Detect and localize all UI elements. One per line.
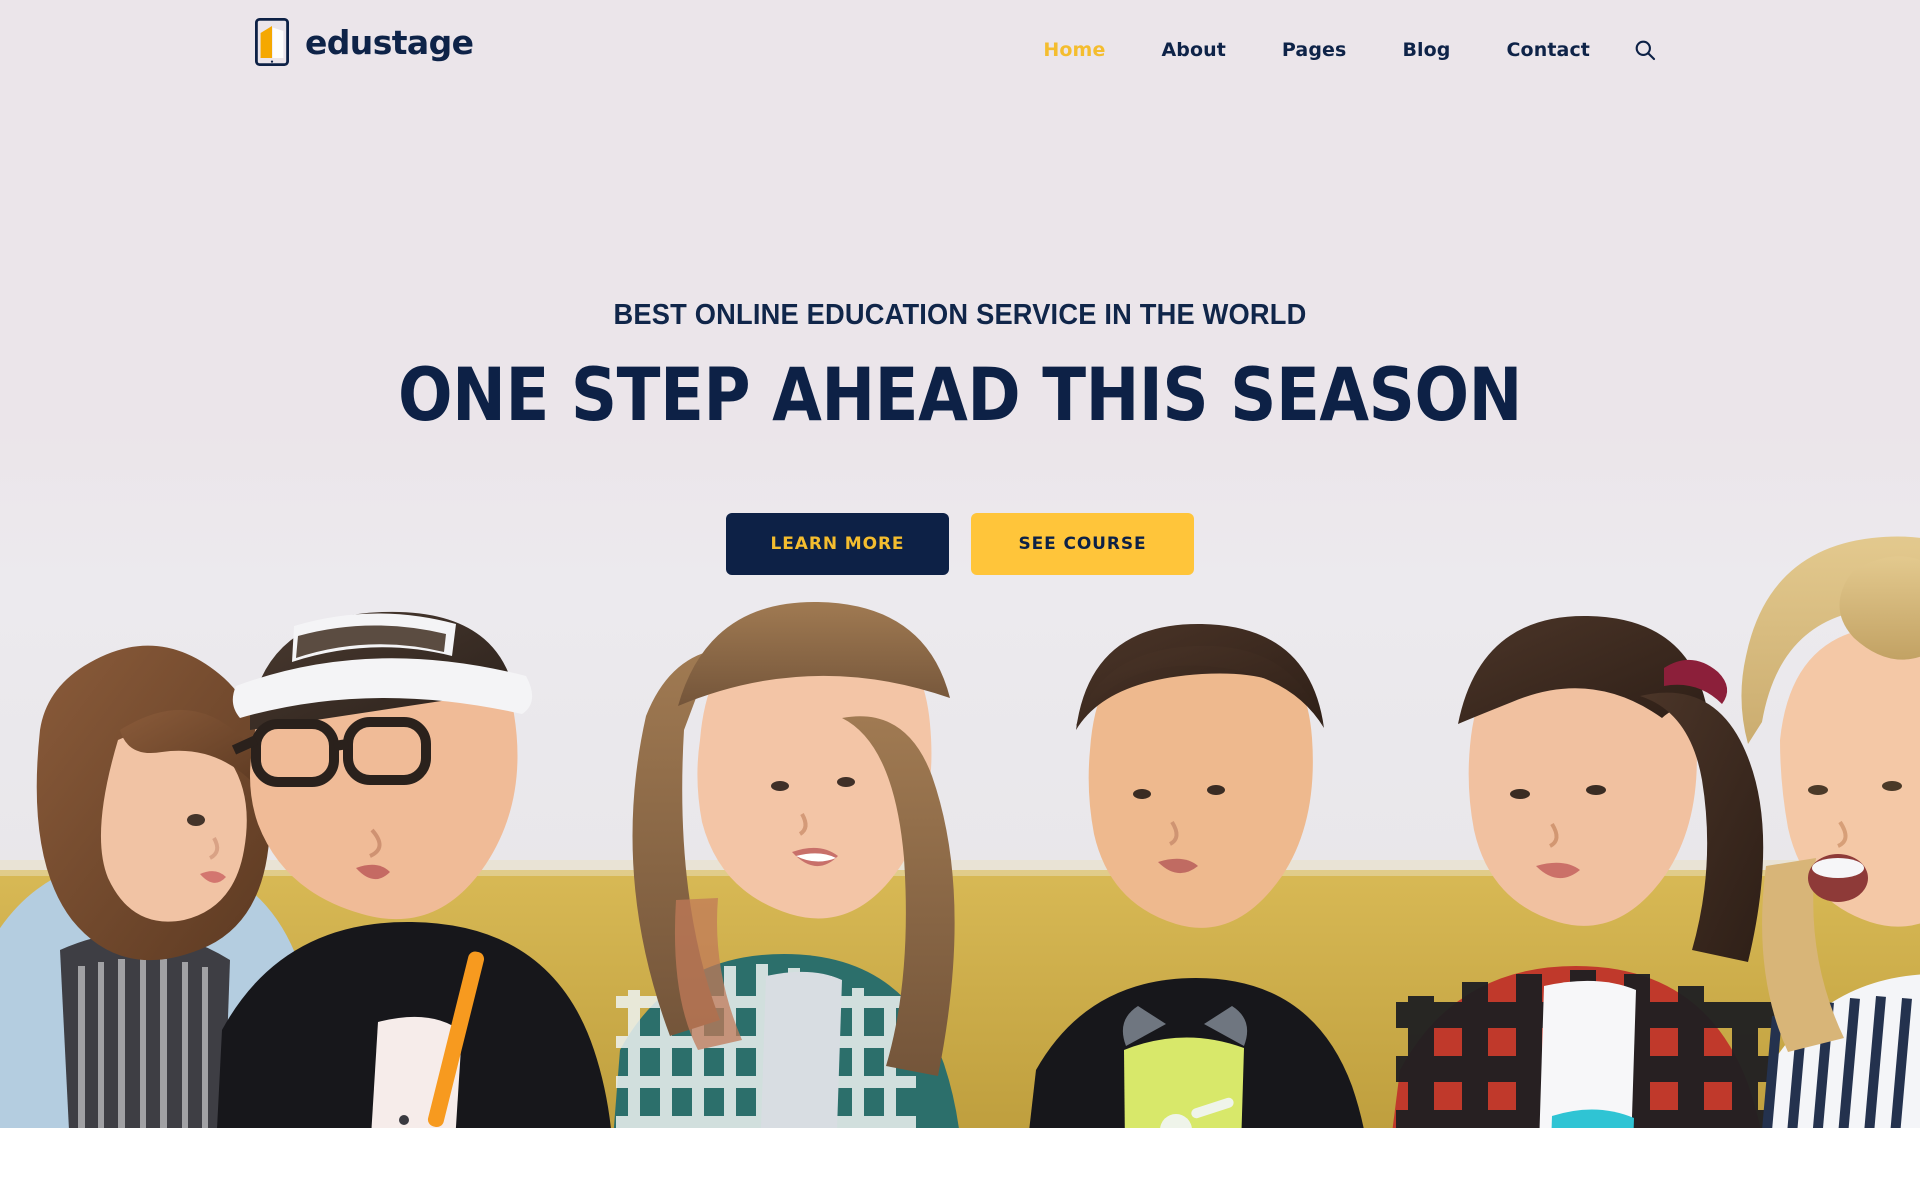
- hero-copy: BEST ONLINE EDUCATION SERVICE IN THE WOR…: [0, 299, 1920, 438]
- nav-item-contact[interactable]: Contact: [1507, 39, 1590, 61]
- main-navigation: Home About Pages Blog Contact: [1043, 0, 1590, 100]
- nav-item-home[interactable]: Home: [1043, 39, 1105, 61]
- brand-name: edustage: [305, 22, 474, 62]
- nav-item-about[interactable]: About: [1161, 39, 1225, 61]
- see-course-button[interactable]: SEE COURSE: [971, 513, 1194, 575]
- nav-item-pages[interactable]: Pages: [1282, 39, 1347, 61]
- hero-actions: LEARN MORE SEE COURSE: [0, 513, 1920, 575]
- hero-eyebrow: BEST ONLINE EDUCATION SERVICE IN THE WOR…: [613, 299, 1307, 331]
- learn-more-button[interactable]: LEARN MORE: [726, 513, 949, 575]
- brand-logo-link[interactable]: edustage: [255, 18, 474, 66]
- open-book-tablet-icon: [255, 18, 289, 66]
- site-header: edustage Home About Pages Blog Contact: [0, 0, 1920, 100]
- page-title: ONE STEP AHEAD THIS SEASON: [397, 352, 1522, 438]
- page-bottom-strip: [0, 1128, 1920, 1178]
- search-icon: [1635, 40, 1656, 61]
- search-button[interactable]: [1625, 30, 1665, 70]
- landing-page: edustage Home About Pages Blog Contact B…: [0, 0, 1920, 1178]
- nav-item-blog[interactable]: Blog: [1402, 39, 1450, 61]
